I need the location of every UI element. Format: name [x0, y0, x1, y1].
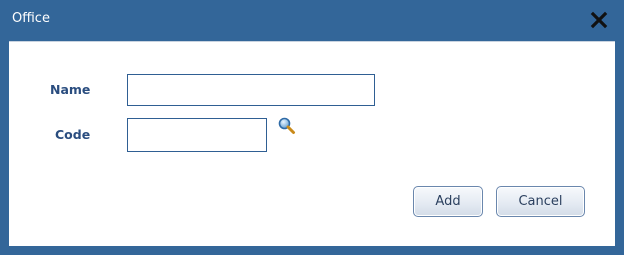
dialog-titlebar[interactable]: Office: [0, 0, 624, 40]
add-button[interactable]: Add: [413, 186, 483, 217]
code-input[interactable]: [127, 118, 267, 152]
code-label: Code: [55, 127, 91, 142]
name-label: Name: [50, 82, 91, 97]
dialog-body: Name Code Add Cancel: [9, 41, 615, 246]
close-icon[interactable]: [590, 11, 608, 29]
search-icon[interactable]: [277, 116, 297, 136]
dialog-title: Office: [12, 11, 50, 26]
office-dialog: Office Name Code Add Cancel: [0, 0, 624, 255]
name-input[interactable]: [127, 74, 375, 106]
cancel-button[interactable]: Cancel: [496, 186, 585, 217]
